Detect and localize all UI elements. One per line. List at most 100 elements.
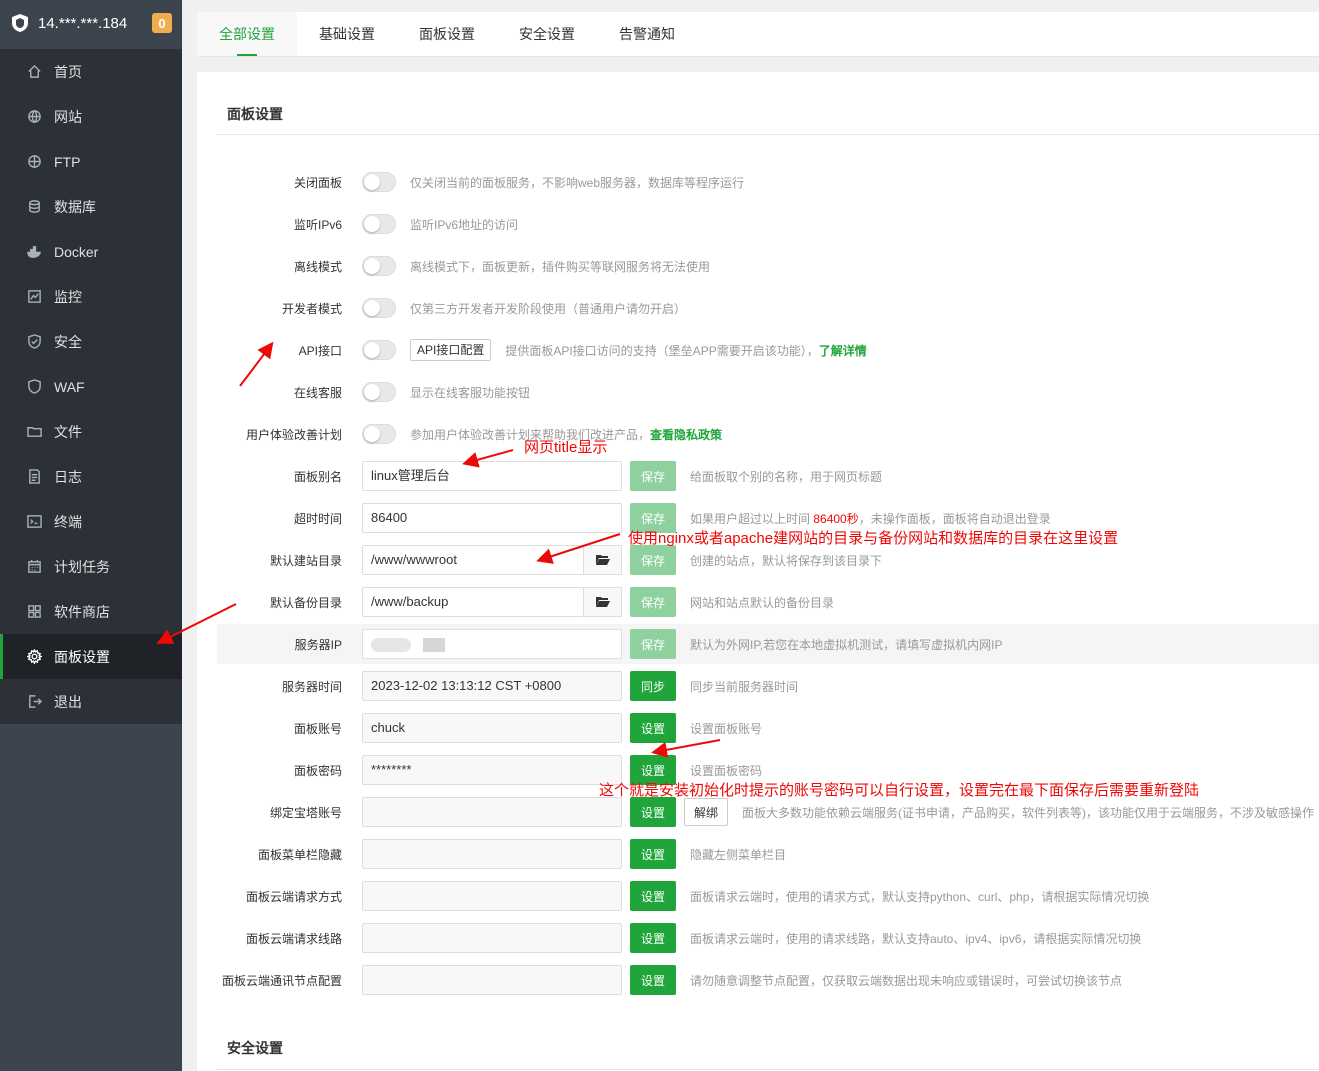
- row-close-panel: 关闭面板 仅关闭当前的面板服务，不影响web服务器，数据库等程序运行: [217, 162, 1319, 202]
- site-dir-save-button[interactable]: 保存: [630, 545, 676, 575]
- unbind-button[interactable]: 解绑: [684, 798, 728, 826]
- sidebar-item-home[interactable]: 首页: [0, 49, 182, 94]
- password-input[interactable]: ********: [362, 755, 622, 785]
- redacted-ip: [423, 637, 445, 652]
- sidebar-item-label: FTP: [54, 153, 81, 170]
- tab-all-settings[interactable]: 全部设置: [197, 12, 297, 56]
- row-label: 监听IPv6: [293, 217, 342, 232]
- sidebar-item-monitor[interactable]: 监控: [0, 274, 182, 319]
- sidebar: 14.***.***.184 0 首页 网站 FTP 数据库 Docker 监控…: [0, 0, 182, 1071]
- sidebar-item-label: 软件商店: [54, 603, 110, 620]
- cloud-method-set-button[interactable]: 设置: [630, 881, 676, 911]
- sidebar-item-security[interactable]: 安全: [0, 319, 182, 364]
- sidebar-item-label: 计划任务: [54, 558, 110, 575]
- row-label: 在线客服: [293, 385, 342, 400]
- backup-dir-save-button[interactable]: 保存: [630, 587, 676, 617]
- server-ip-input[interactable]: [362, 629, 622, 659]
- sync-time-button[interactable]: 同步: [630, 671, 676, 701]
- offline-mode-toggle[interactable]: [362, 256, 396, 276]
- timeout-input[interactable]: 86400: [362, 503, 622, 533]
- ftp-globe-icon: [26, 154, 42, 170]
- sidebar-item-docker[interactable]: Docker: [0, 229, 182, 274]
- row-cloud-route: 面板云端请求线路 设置 面板请求云端时，使用的请求线路，默认支持auto、ipv4…: [217, 918, 1319, 958]
- row-server-ip: 服务器IP 保存 默认为外网IP,若您在本地虚拟机测试，请填写虚拟机内网IP: [217, 624, 1319, 664]
- sidebar-item-store[interactable]: 软件商店: [0, 589, 182, 634]
- account-input[interactable]: chuck: [362, 713, 622, 743]
- backup-dir-input[interactable]: /www/backup: [362, 587, 583, 617]
- logout-icon: [26, 694, 42, 710]
- sidebar-item-label: 日志: [54, 468, 82, 485]
- listen-ipv6-toggle[interactable]: [362, 214, 396, 234]
- section-title-panel: 面板设置: [227, 106, 283, 122]
- server-time-input[interactable]: 2023-12-02 13:13:12 CST +0800: [362, 671, 622, 701]
- row-label: 超时时间: [293, 511, 342, 526]
- dev-mode-toggle[interactable]: [362, 298, 396, 318]
- cloud-node-set-button[interactable]: 设置: [630, 965, 676, 995]
- sidebar-item-logs[interactable]: 日志: [0, 454, 182, 499]
- row-label: 离线模式: [293, 259, 342, 274]
- alias-input[interactable]: linux管理后台: [362, 461, 622, 491]
- cloud-route-set-button[interactable]: 设置: [630, 923, 676, 953]
- notification-badge[interactable]: 0: [152, 13, 172, 33]
- sidebar-item-files[interactable]: 文件: [0, 409, 182, 454]
- online-service-toggle[interactable]: [362, 382, 396, 402]
- api-config-button[interactable]: API接口配置: [410, 339, 492, 361]
- sidebar-item-label: 网站: [54, 108, 82, 125]
- server-header: 14.***.***.184 0: [0, 0, 182, 46]
- row-hint: 离线模式下，面板更新，插件购买等联网服务将无法使用: [410, 259, 711, 274]
- waf-icon: [26, 379, 42, 395]
- row-label: 开发者模式: [281, 301, 342, 316]
- row-alias: 面板别名 linux管理后台 保存 给面板取个别的名称，用于网页标题: [217, 456, 1319, 496]
- cloud-method-input[interactable]: [362, 881, 622, 911]
- bind-bt-input[interactable]: [362, 797, 622, 827]
- sidebar-item-ftp[interactable]: FTP: [0, 139, 182, 184]
- gear-icon: [26, 649, 42, 665]
- sidebar-item-website[interactable]: 网站: [0, 94, 182, 139]
- row-label: 绑定宝塔账号: [269, 805, 342, 820]
- folder-open-icon[interactable]: [583, 545, 622, 575]
- cloud-route-input[interactable]: [362, 923, 622, 953]
- tab-panel-settings[interactable]: 面板设置: [397, 12, 497, 56]
- row-label: 面板云端通讯节点配置: [221, 973, 342, 988]
- folder-open-icon[interactable]: [583, 587, 622, 617]
- close-panel-toggle[interactable]: [362, 172, 396, 192]
- sidebar-item-label: 文件: [54, 423, 82, 440]
- settings-content: 面板设置 关闭面板 仅关闭当前的面板服务，不影响web服务器，数据库等程序运行 …: [197, 72, 1319, 1071]
- row-label: 面板菜单栏隐藏: [257, 847, 342, 862]
- api-learn-more-link[interactable]: 了解详情: [819, 344, 867, 358]
- row-cloud-node: 面板云端通讯节点配置 设置 请勿随意调整节点配置，仅获取云端数据出现未响应或错误时…: [217, 960, 1319, 1000]
- folder-icon: [26, 424, 42, 440]
- site-dir-input[interactable]: /www/wwwroot: [362, 545, 583, 575]
- bind-bt-set-button[interactable]: 设置: [630, 797, 676, 827]
- ux-plan-toggle[interactable]: [362, 424, 396, 444]
- api-toggle[interactable]: [362, 340, 396, 360]
- tab-security-settings[interactable]: 安全设置: [497, 12, 597, 56]
- row-hint: 默认为外网IP,若您在本地虚拟机测试，请填写虚拟机内网IP: [690, 637, 1003, 652]
- account-set-button[interactable]: 设置: [630, 713, 676, 743]
- server-ip-save-button[interactable]: 保存: [630, 629, 676, 659]
- privacy-policy-link[interactable]: 查看隐私政策: [650, 428, 722, 442]
- sidebar-item-database[interactable]: 数据库: [0, 184, 182, 229]
- sidebar-item-logout[interactable]: 退出: [0, 679, 182, 724]
- sidebar-item-terminal[interactable]: 终端: [0, 499, 182, 544]
- hide-menu-input[interactable]: [362, 839, 622, 869]
- row-hide-menu: 面板菜单栏隐藏 设置 隐藏左侧菜单栏目: [217, 834, 1319, 874]
- tab-basic-settings[interactable]: 基础设置: [297, 12, 397, 56]
- row-hint: 隐藏左侧菜单栏目: [690, 847, 787, 862]
- cloud-node-input[interactable]: [362, 965, 622, 995]
- row-hint: 面板请求云端时，使用的请求方式，默认支持python、curl、php，请根据实…: [690, 889, 1150, 904]
- sidebar-item-panel-settings[interactable]: 面板设置: [0, 634, 182, 679]
- row-hint: 仅关闭当前的面板服务，不影响web服务器，数据库等程序运行: [410, 175, 745, 190]
- tab-alert-notify[interactable]: 告警通知: [597, 12, 697, 56]
- redacted-ip: [371, 637, 411, 652]
- section-divider: [217, 134, 1319, 135]
- globe-icon: [26, 109, 42, 125]
- alias-save-button[interactable]: 保存: [630, 461, 676, 491]
- sidebar-item-waf[interactable]: WAF: [0, 364, 182, 409]
- row-api: API接口 API接口配置 提供面板API接口访问的支持（堡垒APP需要开启该功能…: [217, 330, 1319, 370]
- sidebar-item-label: 退出: [54, 693, 82, 710]
- shield-icon: [26, 334, 42, 350]
- hide-menu-set-button[interactable]: 设置: [630, 839, 676, 869]
- sidebar-item-cron[interactable]: 计划任务: [0, 544, 182, 589]
- row-offline-mode: 离线模式 离线模式下，面板更新，插件购买等联网服务将无法使用: [217, 246, 1319, 286]
